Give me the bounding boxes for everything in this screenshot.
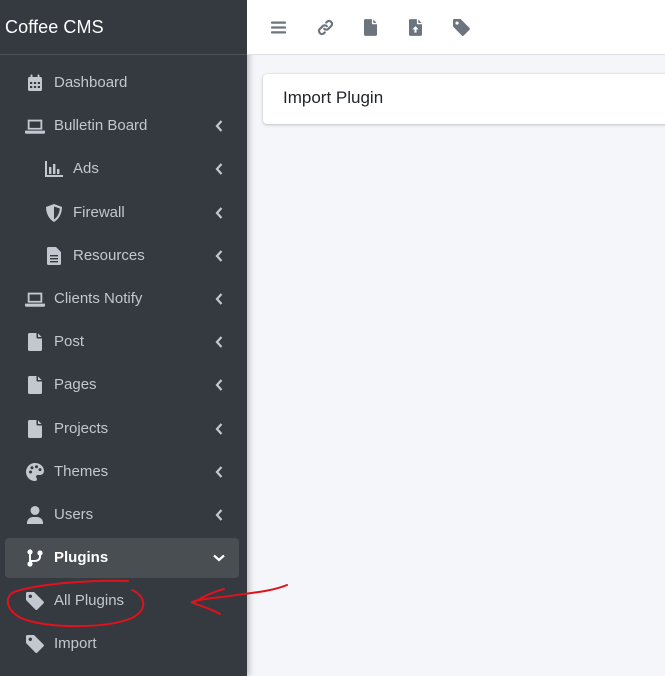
- sidebar-item-label: Resources: [73, 247, 145, 264]
- sidebar-item-label: All Plugins: [54, 592, 125, 609]
- brand-title[interactable]: Coffee CMS: [0, 0, 247, 55]
- sidebar-item-pages[interactable]: Pages: [5, 365, 239, 405]
- sidebar-item-label: Users: [54, 506, 94, 523]
- card-title: Import Plugin: [283, 88, 384, 107]
- sidebar-item-label: Themes: [54, 463, 109, 480]
- file-icon: [25, 419, 45, 439]
- chevron-left-icon: [213, 335, 225, 349]
- sidebar-item-projects[interactable]: Projects: [5, 409, 239, 449]
- sidebar-item-label: Import: [54, 635, 97, 652]
- chevron-down-icon: [213, 551, 225, 565]
- file-icon[interactable]: [359, 16, 381, 38]
- sidebar-item-label: Dashboard: [54, 74, 128, 91]
- top-navbar: [247, 0, 665, 55]
- sidebar-item-all-plugins[interactable]: All Plugins: [5, 581, 239, 621]
- file-icon: [25, 375, 45, 395]
- file-icon: [25, 332, 45, 352]
- sidebar-item-label: Clients Notify: [54, 290, 143, 307]
- sidebar-item-bulletin-board[interactable]: Bulletin Board: [5, 106, 239, 146]
- chevron-left-icon: [213, 378, 225, 392]
- sidebar: Coffee CMS Dashboard Bulletin Board Ads: [0, 0, 247, 676]
- sidebar-item-themes[interactable]: Themes: [5, 452, 239, 492]
- sidebar-item-import[interactable]: Import: [5, 624, 239, 664]
- palette-icon: [25, 462, 45, 482]
- sidebar-item-ads[interactable]: Ads: [5, 149, 239, 189]
- tag-icon: [25, 634, 45, 654]
- user-icon: [25, 505, 45, 525]
- sidebar-item-dashboard[interactable]: Dashboard: [5, 63, 239, 103]
- chevron-left-icon: [213, 422, 225, 436]
- sidebar-item-label: Firewall: [73, 204, 125, 221]
- calendar-icon: [25, 73, 45, 93]
- chevron-left-icon: [213, 119, 225, 133]
- chevron-left-icon: [213, 292, 225, 306]
- sidebar-item-post[interactable]: Post: [5, 322, 239, 362]
- laptop-icon: [25, 289, 45, 309]
- menu-icon[interactable]: [267, 16, 289, 38]
- chevron-left-icon: [213, 249, 225, 263]
- sidebar-item-label: Post: [54, 333, 85, 350]
- sidebar-item-label: Pages: [54, 376, 97, 393]
- file-text-icon: [44, 246, 64, 266]
- sidebar-item-label: Bulletin Board: [54, 117, 148, 134]
- sidebar-item-clients-notify[interactable]: Clients Notify: [5, 279, 239, 319]
- sidebar-item-label: Projects: [54, 420, 109, 437]
- tag-icon[interactable]: [450, 16, 472, 38]
- laptop-icon: [25, 116, 45, 136]
- import-plugin-card: Import Plugin: [263, 74, 665, 124]
- shield-icon: [44, 203, 64, 223]
- sidebar-item-users[interactable]: Users: [5, 495, 239, 535]
- tag-icon: [25, 591, 45, 611]
- sidebar-item-label: Plugins: [54, 549, 109, 566]
- file-upload-icon[interactable]: [404, 16, 426, 38]
- chevron-left-icon: [213, 465, 225, 479]
- chevron-left-icon: [213, 206, 225, 220]
- sidebar-item-label: Ads: [73, 160, 99, 177]
- link-icon[interactable]: [314, 16, 336, 38]
- sidebar-item-plugins[interactable]: Plugins: [5, 538, 239, 578]
- chart-bar-icon: [44, 159, 64, 179]
- chevron-left-icon: [213, 162, 225, 176]
- code-branch-icon: [25, 548, 45, 568]
- chevron-left-icon: [213, 508, 225, 522]
- sidebar-item-resources[interactable]: Resources: [5, 236, 239, 276]
- sidebar-item-firewall[interactable]: Firewall: [5, 193, 239, 233]
